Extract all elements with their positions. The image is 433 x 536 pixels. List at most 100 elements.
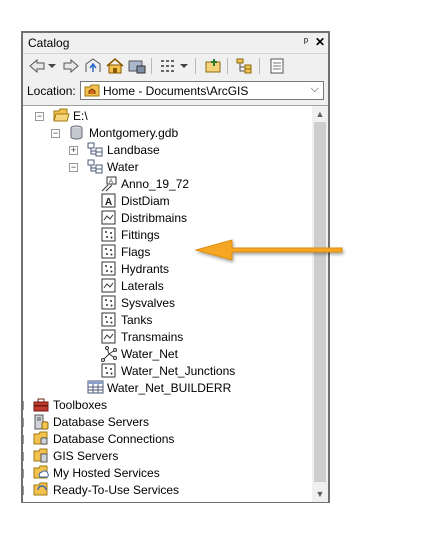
scrollbar-thumb[interactable] [314, 122, 326, 482]
launch-arcmap-icon[interactable] [203, 56, 223, 76]
tree-node[interactable]: − Water [23, 159, 308, 176]
point-feature-class-icon [101, 295, 118, 312]
chevron-down-icon[interactable]: ⌵ [311, 83, 319, 96]
line-feature-class-icon [101, 210, 118, 227]
tree-node[interactable]: + My Hosted Services [23, 465, 308, 482]
tree-node-label: My Hosted Services [53, 466, 160, 480]
database-server-icon [33, 414, 50, 431]
tree-node-label: E:\ [73, 109, 88, 123]
tree-node-label: Tanks [121, 313, 153, 327]
tree-node-label: Laterals [121, 279, 164, 293]
location-label: Location: [27, 84, 76, 98]
tree-node-label: Water_Net_BUILDERR [107, 381, 232, 395]
toggle-contents-icon[interactable] [235, 56, 255, 76]
point-feature-class-icon [101, 227, 118, 244]
tree-node[interactable]: + Toolboxes [23, 397, 308, 414]
expand-icon[interactable]: + [23, 435, 24, 444]
tree-node-label: Database Connections [53, 432, 175, 446]
geometric-network-icon [101, 346, 118, 363]
tree-node[interactable]: − E:\ [23, 108, 308, 125]
tree-node[interactable]: + Landbase [23, 142, 308, 159]
tree-node[interactable]: Tanks [23, 312, 308, 329]
tree-node-label: Water_Net [121, 347, 178, 361]
forward-icon[interactable] [61, 56, 81, 76]
scroll-up-arrow-icon[interactable]: ▲ [312, 106, 328, 122]
title-bar: Catalog ᵖ ✕ [23, 33, 328, 54]
point-feature-class-icon [101, 244, 118, 261]
point-feature-class-icon [101, 261, 118, 278]
hosted-services-icon [33, 465, 50, 482]
point-feature-class-icon [101, 363, 118, 380]
toolbar-separator [227, 58, 228, 74]
tree-node-label: Ready-To-Use Services [53, 483, 180, 497]
tree-node[interactable]: A DistDiam [23, 193, 308, 210]
view-dropdown-icon[interactable] [179, 56, 189, 76]
expand-icon[interactable]: + [23, 486, 24, 495]
collapse-icon[interactable]: − [51, 129, 60, 138]
toolbar-separator [195, 58, 196, 74]
expand-icon[interactable]: + [69, 146, 78, 155]
close-icon[interactable]: ✕ [314, 35, 326, 49]
tree-node[interactable]: + GIS Servers [23, 448, 308, 465]
expand-icon[interactable]: + [23, 418, 24, 427]
tree-node-label: Anno_19_72 [121, 177, 190, 191]
tree-node[interactable]: Water_Net_Junctions [23, 363, 308, 380]
tree-node[interactable]: − Montgomery.gdb [23, 125, 308, 142]
feature-dataset-icon [87, 159, 104, 176]
toolbar-separator [259, 58, 260, 74]
scroll-down-arrow-icon[interactable]: ▼ [312, 486, 328, 502]
folder-open-icon [53, 108, 70, 125]
tree-node-label: Distribmains [121, 211, 188, 225]
tree-node-label: Transmains [121, 330, 184, 344]
tree-node-label: Database Servers [53, 415, 150, 429]
tree-node[interactable]: Laterals [23, 278, 308, 295]
toolbar-separator [151, 58, 152, 74]
back-icon[interactable] [27, 56, 47, 76]
location-combobox[interactable]: Home - Documents\ArcGIS ⌵ [80, 81, 324, 100]
connect-folder-icon[interactable] [127, 56, 147, 76]
svg-text:A: A [105, 197, 112, 208]
tree-node-label: Sysvalves [121, 296, 176, 310]
up-one-level-icon[interactable] [83, 56, 103, 76]
tree-node[interactable]: Sysvalves [23, 295, 308, 312]
annotation-class-icon: A [101, 176, 118, 193]
view-options-icon[interactable] [159, 56, 179, 76]
tree-node[interactable]: Water_Net [23, 346, 308, 363]
database-connections-icon [33, 431, 50, 448]
home-icon[interactable] [105, 56, 125, 76]
tree-node-label: Water_Net_Junctions [121, 364, 236, 378]
expand-icon[interactable]: + [23, 452, 24, 461]
options-icon[interactable] [267, 56, 287, 76]
window-title: Catalog [28, 36, 70, 50]
collapse-icon[interactable]: − [35, 112, 44, 121]
dimension-class-icon: A [101, 193, 118, 210]
tree-node[interactable]: + Ready-To-Use Services [23, 482, 308, 499]
tree-node[interactable]: Transmains [23, 329, 308, 346]
tree-node-label: Water [107, 160, 139, 174]
tree-node-label: DistDiam [121, 194, 170, 208]
gis-servers-icon [33, 448, 50, 465]
tree-node-label: Hydrants [121, 262, 170, 276]
table-icon [87, 380, 104, 397]
tree-node-label: Toolboxes [53, 398, 108, 412]
back-dropdown-icon[interactable] [47, 56, 57, 76]
tree-node[interactable]: + Database Connections [23, 431, 308, 448]
point-feature-class-icon [101, 312, 118, 329]
tree-node[interactable]: Water_Net_BUILDERR [23, 380, 308, 397]
line-feature-class-icon [101, 278, 118, 295]
expand-icon[interactable]: + [23, 469, 24, 478]
tree-node[interactable]: A Anno_19_72 [23, 176, 308, 193]
auto-hide-pin-icon[interactable]: ᵖ [299, 35, 313, 49]
expand-icon[interactable]: + [23, 401, 24, 410]
svg-text:A: A [109, 179, 113, 185]
vertical-scrollbar[interactable]: ▲ ▼ [312, 106, 328, 502]
location-row: Location: Home - Documents\ArcGIS ⌵ [23, 79, 328, 103]
tree-node[interactable]: Distribmains [23, 210, 308, 227]
catalog-toolbar [23, 54, 328, 78]
annotation-arrow [194, 239, 343, 261]
collapse-icon[interactable]: − [69, 163, 78, 172]
catalog-tree[interactable]: ▲ ▼ − E:\ − Montgomery.gdb + Landbase − Water A A… [23, 105, 328, 502]
location-value: Home - Documents\ArcGIS [103, 84, 249, 98]
tree-node[interactable]: + Database Servers [23, 414, 308, 431]
tree-node-label: Montgomery.gdb [89, 126, 179, 140]
